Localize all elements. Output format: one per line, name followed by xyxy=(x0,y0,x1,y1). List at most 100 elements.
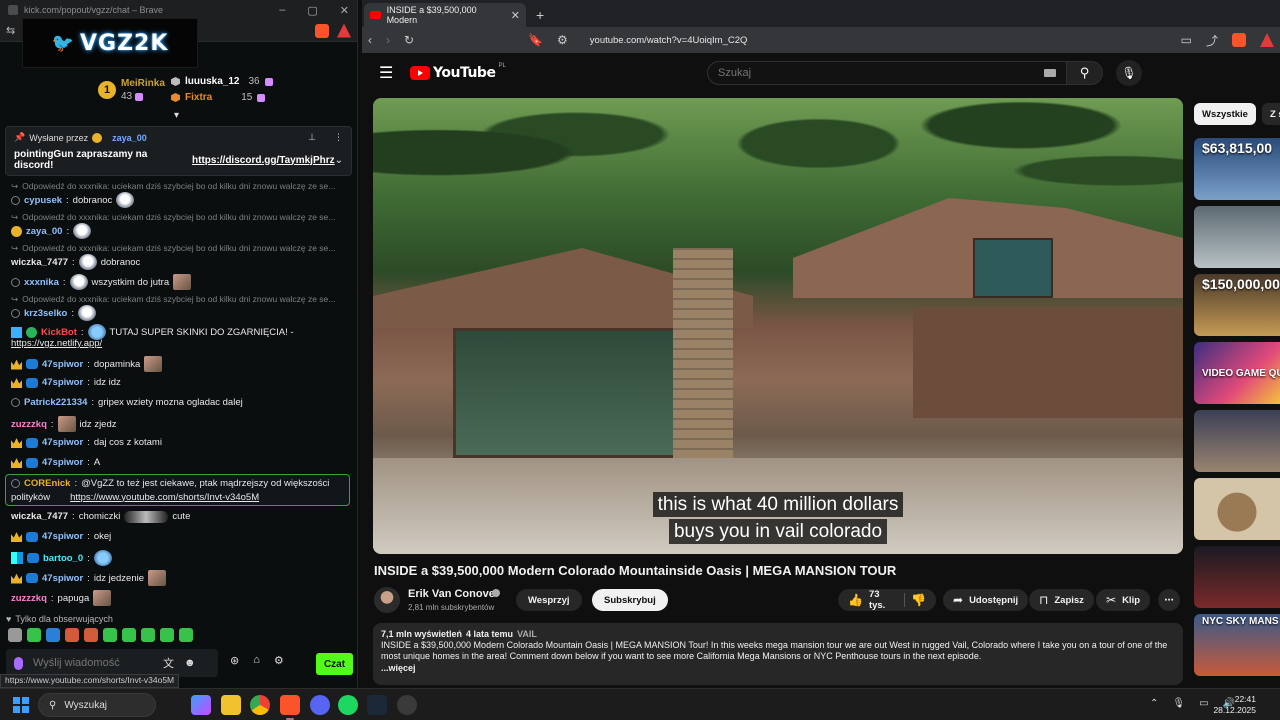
chat-messages[interactable]: ↪ Odpowiedź do xxxnika: uciekam dziś szyb… xyxy=(0,178,352,618)
chat-message[interactable]: 47spiwor: idz idz xyxy=(11,376,346,389)
microphone-icon[interactable]: 🎙 xyxy=(1172,698,1185,709)
leaderboard-third[interactable]: Fixtra 15 xyxy=(171,92,266,103)
system-clock[interactable]: 22:41 28.12.2025 xyxy=(1213,694,1256,716)
chat-username[interactable]: Patrick221334 xyxy=(24,396,87,409)
unpin-icon[interactable]: ⊥ xyxy=(308,132,316,143)
close-icon[interactable]: ✕ xyxy=(340,4,349,17)
youtube-logo[interactable]: YouTube PL xyxy=(410,63,506,81)
chat-username[interactable]: zaya_00 xyxy=(26,225,62,238)
store-icon[interactable]: ⌂ xyxy=(253,654,260,667)
chat-message[interactable]: zuzzzkq: papuga xyxy=(11,590,346,606)
search-button[interactable]: ⚲ xyxy=(1067,61,1103,85)
chat-username[interactable]: krz3selko xyxy=(24,307,67,320)
save-button[interactable]: ⊓ Zapisz xyxy=(1029,589,1094,611)
clip-button[interactable]: ✂ Klip xyxy=(1096,589,1151,611)
taskbar-search[interactable]: ⚲ Wyszukaj xyxy=(38,693,156,717)
recommended-video-thumbnail[interactable] xyxy=(1194,546,1280,608)
like-count[interactable]: 73 tys. xyxy=(869,589,892,611)
chat-message[interactable]: krz3selko: xyxy=(11,305,346,321)
file-explorer-icon[interactable] xyxy=(221,695,241,715)
chevron-up-icon[interactable]: ⌃ xyxy=(1150,698,1158,709)
recommended-video-thumbnail[interactable]: $63,815,00 xyxy=(1194,138,1280,200)
chat-message[interactable]: wiczka_7477: dobranoc xyxy=(11,254,346,270)
chat-link[interactable]: https://www.youtube.com/shorts/Invt-v34o… xyxy=(70,492,259,503)
chat-username[interactable]: 47spiwor xyxy=(42,376,83,389)
hamburger-menu-icon[interactable]: ☰ xyxy=(379,63,393,83)
quick-emote[interactable] xyxy=(84,628,98,642)
copilot-icon[interactable] xyxy=(191,695,211,715)
cast-icon[interactable]: ▭ xyxy=(1181,33,1192,47)
share-icon[interactable]: ⤴ xyxy=(1206,32,1218,49)
leaderboard-second[interactable]: luuuska_12 36 xyxy=(171,76,273,87)
recommended-video-thumbnail[interactable] xyxy=(1194,206,1280,268)
chat-message[interactable]: 47spiwor: okej xyxy=(11,530,346,543)
recommended-video-thumbnail[interactable]: NYC SKY MANS xyxy=(1194,614,1280,676)
thumbs-up-icon[interactable]: 👍 xyxy=(848,593,863,607)
quick-emote[interactable] xyxy=(179,628,193,642)
chat-username[interactable]: 47spiwor xyxy=(42,456,83,469)
chrome-icon[interactable] xyxy=(250,695,270,715)
chat-link[interactable]: https://vgz.netlify.app/ xyxy=(11,337,102,350)
chat-username[interactable]: zuzzzkq xyxy=(11,418,47,431)
quick-emote[interactable] xyxy=(27,628,41,642)
recommended-video-thumbnail[interactable]: $150,000,00 xyxy=(1194,274,1280,336)
leaderboard-first[interactable]: 1 MeiRinka 43 xyxy=(98,78,165,102)
more-options-icon[interactable]: ⋮ xyxy=(334,132,343,143)
quick-emote[interactable] xyxy=(141,628,155,642)
tab-youtube[interactable]: INSIDE a $39,500,000 Modern ✕ xyxy=(364,3,526,27)
pinned-by-user[interactable]: zaya_00 xyxy=(112,133,147,143)
send-chat-button[interactable]: Czat xyxy=(316,653,353,675)
forward-icon[interactable]: › xyxy=(386,33,390,47)
chat-message[interactable]: 47spiwor: idz jedzenie xyxy=(11,570,346,586)
chat-message[interactable]: 47spiwor: daj cos z kotami xyxy=(11,436,346,449)
chat-message[interactable]: bartoo_0: xyxy=(11,550,346,566)
thumbs-down-icon[interactable]: 👎 xyxy=(911,593,926,607)
spotify-icon[interactable] xyxy=(338,695,358,715)
recommended-video-thumbnail[interactable] xyxy=(1194,478,1280,540)
chat-message-input[interactable] xyxy=(33,657,153,669)
subscribe-button[interactable]: Subskrybuj xyxy=(592,589,668,611)
quick-emote[interactable] xyxy=(8,628,22,642)
chat-message[interactable]: zaya_00: xyxy=(11,223,346,239)
chat-username[interactable]: wiczka_7477 xyxy=(11,510,68,523)
network-icon[interactable]: ▭ xyxy=(1199,698,1208,709)
brave-rewards-icon[interactable] xyxy=(337,23,351,38)
discord-icon[interactable] xyxy=(310,695,330,715)
brave-icon[interactable] xyxy=(280,695,300,720)
chat-message[interactable]: xxxnika: wszystkim do jutra xyxy=(11,274,346,290)
brave-shield-icon[interactable] xyxy=(315,23,329,38)
join-button[interactable]: Wesprzyj xyxy=(516,589,582,611)
chat-username[interactable]: 47spiwor xyxy=(42,572,83,585)
chat-message[interactable]: cypusek: dobranoc xyxy=(11,192,346,208)
close-tab-icon[interactable]: ✕ xyxy=(511,9,520,22)
voice-search-button[interactable]: 🎙 xyxy=(1116,60,1142,86)
quick-emote[interactable] xyxy=(160,628,174,642)
chevron-down-icon[interactable]: ⌄ xyxy=(335,155,343,166)
back-icon[interactable]: ‹ xyxy=(368,33,372,47)
video-description[interactable]: 7,1 mln wyświetleń 4 lata temu VAIL INSI… xyxy=(373,623,1183,685)
bookmark-icon[interactable]: 🔖 xyxy=(528,33,543,47)
emoji-icon[interactable]: ☻ xyxy=(184,657,196,669)
quick-emote[interactable] xyxy=(46,628,60,642)
chat-message[interactable]: wiczka_7477: chomiczki cute xyxy=(11,510,346,523)
reload-icon[interactable]: ↻ xyxy=(404,33,414,47)
start-button[interactable] xyxy=(13,697,29,713)
quick-emote[interactable] xyxy=(103,628,117,642)
video-player[interactable]: this is what 40 million dollars buys you… xyxy=(373,98,1183,554)
channel-avatar[interactable] xyxy=(374,587,400,613)
chat-username[interactable]: COREnick xyxy=(24,478,70,489)
quick-emote[interactable] xyxy=(122,628,136,642)
more-actions-button[interactable]: ⋯ xyxy=(1158,589,1180,611)
url-field[interactable]: youtube.com/watch?v=4UoiqIm_C2Q xyxy=(590,35,748,46)
translate-icon[interactable]: 文 xyxy=(163,655,174,671)
chat-username[interactable]: 47spiwor xyxy=(42,358,83,371)
chip-from-series[interactable]: Z se xyxy=(1261,103,1280,125)
show-more-link[interactable]: ...więcej xyxy=(381,663,1175,674)
minimize-icon[interactable]: – xyxy=(279,4,285,17)
recommended-video-thumbnail[interactable] xyxy=(1194,410,1280,472)
chat-message[interactable]: 47spiwor: A xyxy=(11,456,346,469)
chat-message[interactable]: 47spiwor: dopaminka xyxy=(11,356,346,372)
chat-username[interactable]: 47spiwor xyxy=(42,436,83,449)
location-tag[interactable]: VAIL xyxy=(517,629,537,640)
search-input[interactable] xyxy=(718,67,1018,79)
